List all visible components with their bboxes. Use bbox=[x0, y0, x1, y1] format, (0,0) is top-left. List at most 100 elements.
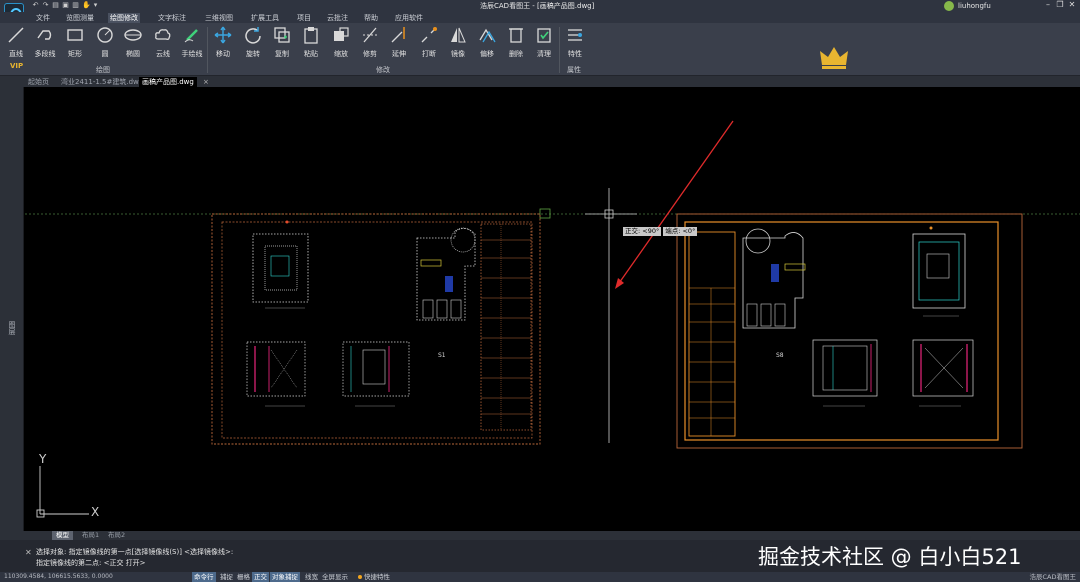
ellipse-icon bbox=[124, 29, 142, 41]
quick-access-toolbar: ↶ ↷ ▤ ▣ ▥ ✋ ▾ bbox=[32, 1, 99, 9]
line-tool-button[interactable]: 直线 bbox=[6, 26, 26, 62]
tab-extend-tools[interactable]: 扩展工具 bbox=[249, 13, 281, 23]
break-icon bbox=[421, 27, 437, 43]
toggle-quick-properties[interactable]: 快捷特性 bbox=[356, 572, 392, 582]
toggle-object-snap[interactable]: 对象捕捉 bbox=[270, 572, 300, 582]
polar-tooltip: 端点: <0° bbox=[663, 227, 698, 236]
vip-crown-icon[interactable] bbox=[818, 39, 850, 77]
move-tool-button[interactable]: 移动 bbox=[212, 26, 234, 62]
cloud-icon bbox=[155, 29, 171, 40]
freehand-tool-label: 手绘线 bbox=[181, 50, 203, 58]
tab-apps[interactable]: 应用软件 bbox=[393, 13, 425, 23]
vip-label[interactable]: VIP bbox=[10, 62, 23, 70]
tab-project[interactable]: 项目 bbox=[295, 13, 313, 23]
scale-tool-button[interactable]: 缩放 bbox=[330, 26, 352, 62]
ribbon-toolbar: 直线 多段线 矩形 圆 椭圆 云线 手绘线 绘图 移动 旋转 复制 粘贴 缩放 … bbox=[0, 23, 1080, 76]
paste-tool-button[interactable]: 粘贴 bbox=[300, 26, 322, 62]
tab-file[interactable]: 文件 bbox=[34, 13, 52, 23]
freehand-tool-button[interactable]: 手绘线 bbox=[179, 26, 205, 62]
circle-icon bbox=[97, 27, 113, 43]
minimize-icon[interactable]: – bbox=[1044, 0, 1052, 10]
toggle-fullscreen[interactable]: 全屏显示 bbox=[320, 572, 350, 582]
close-command-icon[interactable]: ✕ bbox=[25, 548, 32, 557]
polyline-tool-label: 多段线 bbox=[34, 50, 56, 58]
doc-tab-building[interactable]: 湾业2411-1.5#建筑.dwg bbox=[58, 77, 146, 87]
toggle-ortho[interactable]: 正交 bbox=[252, 572, 269, 582]
line-icon bbox=[8, 27, 24, 43]
pen-icon bbox=[184, 29, 198, 43]
offset-icon bbox=[479, 28, 496, 43]
extend-tool-button[interactable]: 延伸 bbox=[388, 26, 410, 62]
rotate-tool-button[interactable]: 旋转 bbox=[242, 26, 264, 62]
undo-icon[interactable]: ↶ bbox=[32, 1, 39, 9]
properties-tool-label: 特性 bbox=[568, 50, 582, 58]
cursor-coordinates: 110309.4584, 106615.5633, 0.0000 bbox=[4, 573, 113, 580]
circle-tool-button[interactable]: 圆 bbox=[94, 26, 116, 62]
doc-tab-current[interactable]: 画稿产品图.dwg bbox=[139, 77, 197, 87]
mirror-tool-button[interactable]: 镜像 bbox=[447, 26, 469, 62]
right-drawing-label: S8 bbox=[776, 352, 784, 359]
break-tool-label: 打断 bbox=[422, 50, 436, 58]
tab-layout2[interactable]: 布局2 bbox=[104, 531, 129, 540]
user-account[interactable]: liuhongfu bbox=[944, 1, 991, 11]
rectangle-tool-label: 矩形 bbox=[68, 50, 82, 58]
trim-tool-button[interactable]: 修剪 bbox=[359, 26, 381, 62]
tab-model[interactable]: 模型 bbox=[52, 531, 73, 540]
erase-tool-button[interactable]: 删除 bbox=[505, 26, 527, 62]
open-folder-icon[interactable]: ▤ bbox=[52, 1, 59, 9]
revcloud-tool-button[interactable]: 云线 bbox=[152, 26, 174, 62]
window-title: 浩辰CAD看图王 - [画稿产品图.dwg] bbox=[480, 2, 595, 10]
ucs-axis-icon bbox=[36, 466, 89, 518]
window-controls: – ❐ ✕ bbox=[1044, 0, 1076, 10]
ucs-y-label: Y bbox=[38, 452, 47, 466]
offset-tool-button[interactable]: 偏移 bbox=[476, 26, 498, 62]
dropdown-icon[interactable]: ▾ bbox=[92, 1, 99, 9]
rotate-icon bbox=[245, 27, 261, 44]
extend-icon bbox=[391, 27, 405, 43]
drawing-canvas[interactable]: S1 S8 Y X 正交: <90° 端点: <0° bbox=[25, 88, 1080, 531]
close-tab-icon[interactable]: × bbox=[203, 77, 209, 87]
menu-bar: 文件 览图测量 绘图修改 文字标注 三维视图 扩展工具 项目 云批注 帮助 应用… bbox=[0, 12, 1080, 23]
restore-icon[interactable]: ❐ bbox=[1056, 0, 1064, 10]
command-history-line: 选择对象: 指定镜像线的第一点[选择镜像线(S)] <选择镜像线>: bbox=[36, 548, 234, 556]
group-divider bbox=[559, 27, 560, 73]
right-drawing-sheet bbox=[676, 213, 1023, 449]
side-panel: 图层 bbox=[0, 87, 24, 531]
paste-clipboard-icon bbox=[304, 27, 318, 44]
tab-cloud-annotation[interactable]: 云批注 bbox=[325, 13, 350, 23]
rectangle-icon bbox=[67, 29, 83, 41]
ellipse-tool-button[interactable]: 椭圆 bbox=[122, 26, 144, 62]
properties-icon bbox=[568, 29, 582, 41]
doc-tab-start[interactable]: 起始页 bbox=[25, 77, 52, 87]
extend-tool-label: 延伸 bbox=[392, 50, 406, 58]
app-name-status: 浩辰CAD看图王 bbox=[1029, 573, 1077, 581]
purge-tool-button[interactable]: 清理 bbox=[533, 26, 555, 62]
snap-marker bbox=[539, 208, 551, 219]
properties-tool-button[interactable]: 特性 bbox=[564, 26, 586, 62]
mirror-icon bbox=[451, 27, 466, 43]
tab-help[interactable]: 帮助 bbox=[362, 13, 380, 23]
property-group-label: 属性 bbox=[567, 66, 581, 74]
print-icon[interactable]: ▥ bbox=[72, 1, 79, 9]
copy-tool-button[interactable]: 复制 bbox=[271, 26, 293, 62]
toggle-grid[interactable]: 栅格 bbox=[235, 572, 252, 582]
pan-hand-icon[interactable]: ✋ bbox=[82, 1, 91, 9]
close-icon[interactable]: ✕ bbox=[1068, 0, 1076, 10]
annotation-arrow-head bbox=[615, 278, 624, 289]
break-tool-button[interactable]: 打断 bbox=[418, 26, 440, 62]
polyline-tool-button[interactable]: 多段线 bbox=[33, 26, 57, 62]
tab-3d-view[interactable]: 三维视图 bbox=[203, 13, 235, 23]
save-icon[interactable]: ▣ bbox=[62, 1, 69, 9]
eraser-icon bbox=[509, 28, 523, 43]
tab-text-dimension[interactable]: 文字标注 bbox=[156, 13, 188, 23]
rectangle-tool-button[interactable]: 矩形 bbox=[64, 26, 86, 62]
toggle-lineweight[interactable]: 线宽 bbox=[303, 572, 320, 582]
redo-icon[interactable]: ↷ bbox=[42, 1, 49, 9]
tab-layout1[interactable]: 布局1 bbox=[78, 531, 103, 540]
toggle-snap[interactable]: 捕捉 bbox=[218, 572, 235, 582]
tab-draw-modify[interactable]: 绘图修改 bbox=[108, 13, 140, 23]
revcloud-tool-label: 云线 bbox=[156, 50, 170, 58]
layer-panel-toggle[interactable]: 图层 bbox=[7, 321, 17, 335]
tab-view-measure[interactable]: 览图测量 bbox=[64, 13, 96, 23]
toggle-command-line[interactable]: 命令行 bbox=[192, 572, 216, 582]
